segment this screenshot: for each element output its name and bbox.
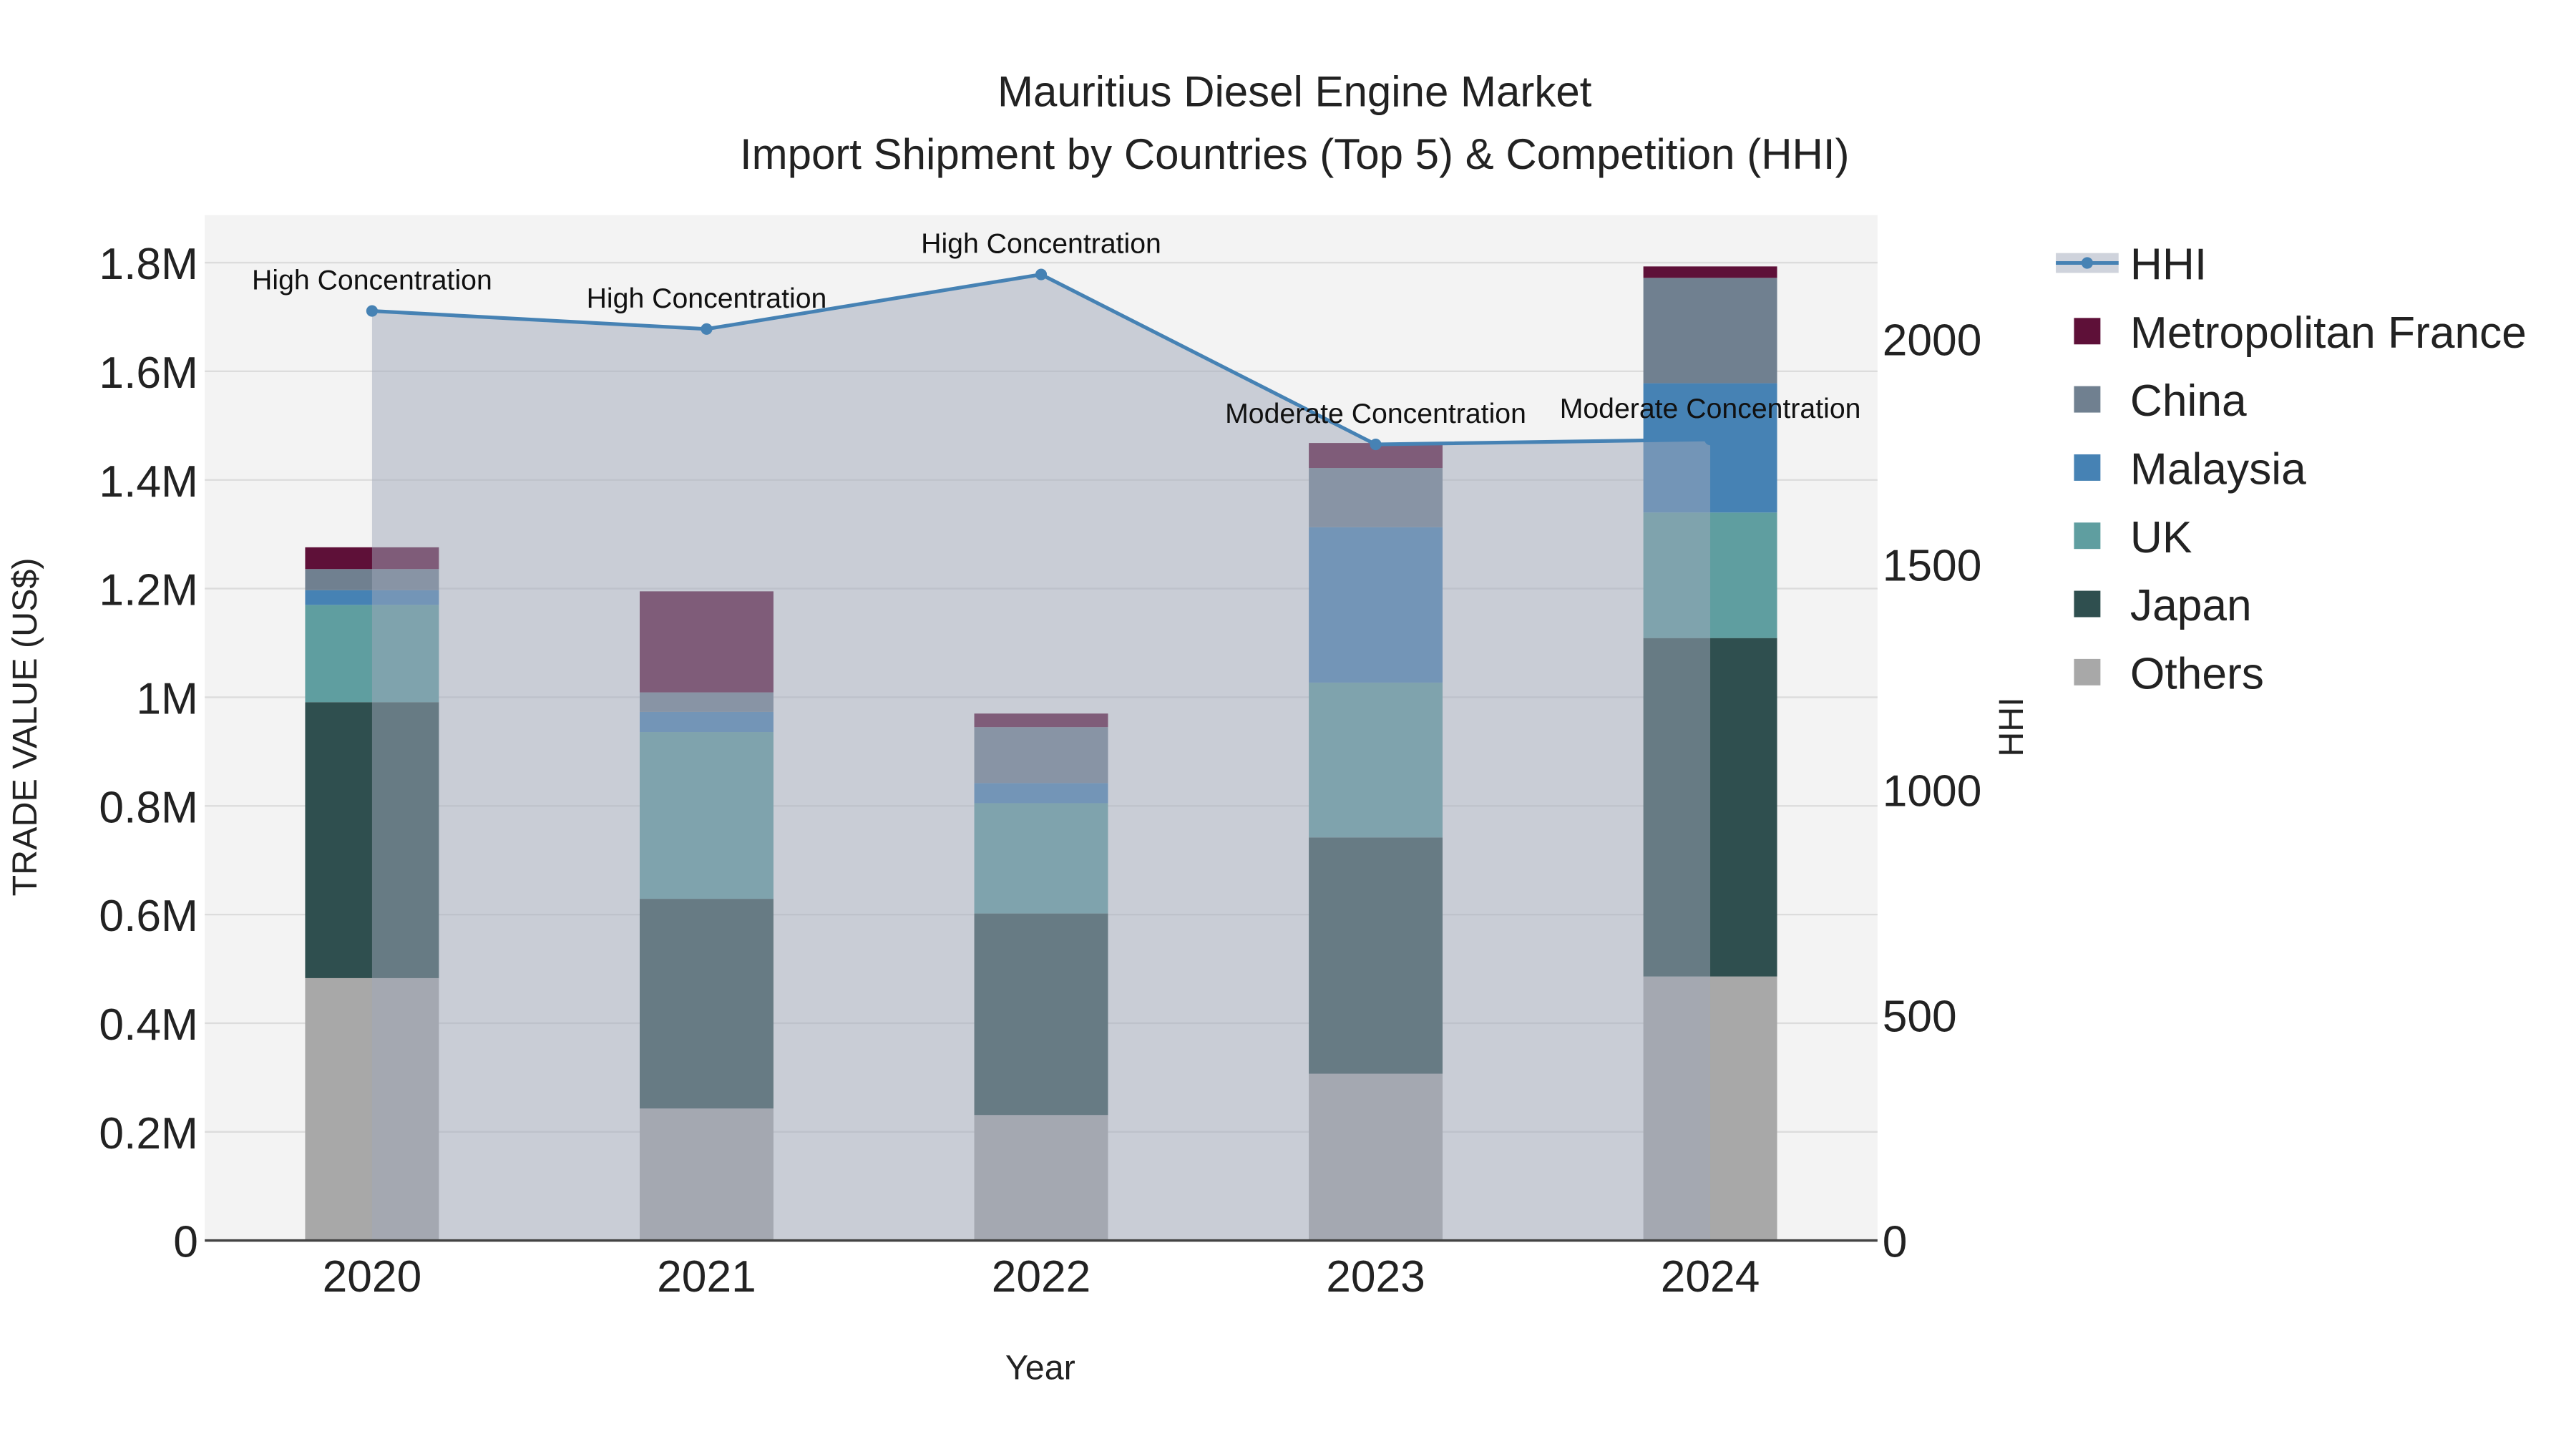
hhi-marker: [1035, 268, 1048, 280]
legend-label: Others: [2130, 649, 2264, 698]
legend-label: Metropolitan France: [2130, 308, 2527, 358]
y-tick-label: 1M: [136, 675, 198, 724]
chart-subtitle: Import Shipment by Countries (Top 5) & C…: [740, 130, 1850, 178]
x-tick-label: 2022: [992, 1252, 1091, 1302]
legend-label: China: [2130, 376, 2247, 426]
chart: Mauritius Diesel Engine Market Import Sh…: [6, 67, 2527, 1387]
legend-hhi-marker: [2081, 257, 2093, 269]
y2-tick-label: 1500: [1883, 542, 1982, 591]
hhi-marker: [1370, 438, 1382, 451]
legend-swatch: [2074, 386, 2101, 413]
legend-label: UK: [2130, 513, 2192, 562]
legend-label: HHI: [2130, 240, 2207, 290]
y-tick-label: 1.8M: [99, 240, 198, 289]
chart-title: Mauritius Diesel Engine Market: [997, 67, 1592, 115]
y2-tick-label: 0: [1883, 1218, 1908, 1267]
hhi-annotation: High Concentration: [252, 265, 492, 296]
hhi-annotation: High Concentration: [921, 228, 1161, 260]
y-tick-label: 0.4M: [99, 1000, 198, 1050]
legend-swatch: [2074, 454, 2101, 481]
y2-tick-label: 1000: [1883, 767, 1982, 816]
y-tick-label: 0.8M: [99, 783, 198, 832]
y2-tick-label: 2000: [1883, 316, 1982, 366]
x-axis-label: Year: [1005, 1349, 1075, 1387]
legend-swatch: [2074, 590, 2101, 618]
y-axis-label: TRADE VALUE (US$): [6, 557, 44, 896]
legend-swatch: [2074, 658, 2101, 686]
bar-metropolitan-france: [1643, 266, 1777, 278]
x-tick-label: 2021: [657, 1252, 756, 1302]
hhi-marker: [1704, 434, 1717, 446]
hhi-marker: [701, 323, 713, 335]
legend-label: Japan: [2130, 581, 2252, 630]
y2-axis-label: HHI: [1992, 697, 2031, 756]
y-tick-label: 0.6M: [99, 892, 198, 941]
y-tick-label: 1.4M: [99, 457, 198, 507]
y-tick-label: 0.2M: [99, 1109, 198, 1158]
y-tick-label: 1.2M: [99, 566, 198, 615]
legend-label: Malaysia: [2130, 444, 2306, 494]
hhi-annotation: High Concentration: [587, 283, 827, 314]
bar-china: [1643, 278, 1777, 384]
x-tick-label: 2024: [1661, 1252, 1760, 1302]
y2-tick-label: 500: [1883, 992, 1957, 1042]
y-tick-label: 1.6M: [99, 348, 198, 398]
legend-swatch: [2074, 522, 2101, 550]
x-tick-label: 2020: [323, 1252, 422, 1302]
hhi-annotation: Moderate Concentration: [1225, 398, 1526, 429]
y-tick-label: 0: [173, 1218, 198, 1267]
legend-swatch: [2074, 318, 2101, 345]
hhi-marker: [366, 305, 378, 317]
x-tick-label: 2023: [1326, 1252, 1425, 1302]
hhi-annotation: Moderate Concentration: [1560, 393, 1861, 424]
